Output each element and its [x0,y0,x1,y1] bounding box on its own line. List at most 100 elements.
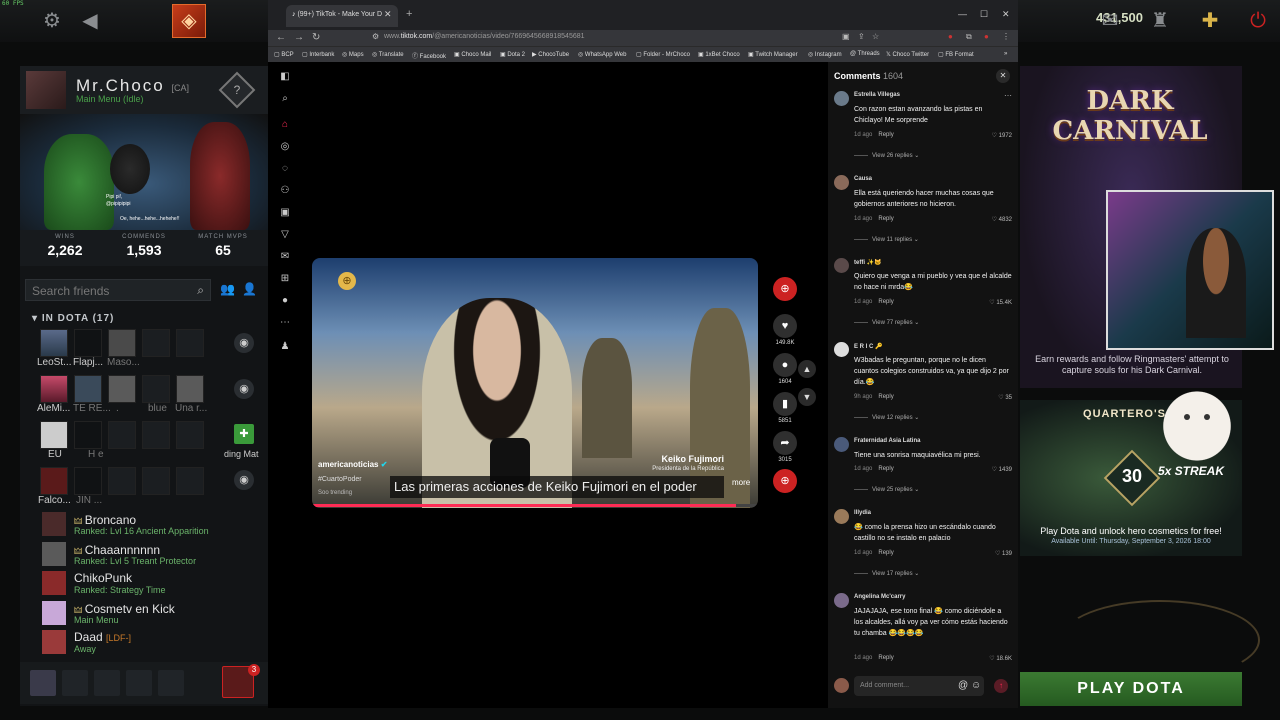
friend-avatar[interactable] [108,375,136,403]
video-player[interactable]: ⊕ Keiko Fujimori Presidenta de la Repúbl… [312,258,758,508]
back-arrow-icon[interactable]: ◀ [78,9,102,33]
more-options-icon[interactable]: ⋯ [1004,91,1012,100]
bookmark[interactable]: ◎ Translate [372,51,404,58]
friends-icon[interactable]: 👤 [242,282,257,296]
profile-icon[interactable]: ● [278,294,292,308]
comment-author[interactable]: Angelina Mc'carry [854,594,905,600]
rank-badge-icon[interactable]: ? [218,71,256,109]
comment-author[interactable]: lllydia [854,510,871,516]
bookmark[interactable]: ▣ 1xBet Choco [698,51,740,58]
view-replies-button[interactable]: View 12 replies ⌄ [854,414,919,421]
close-icon[interactable]: ✕ [996,69,1010,83]
friend-list-item[interactable]: Daad [LDF-] Away [42,630,262,658]
view-replies-button[interactable]: View 77 replies ⌄ [854,319,919,326]
search-icon[interactable]: ⌕ [278,92,292,106]
avatar[interactable] [834,91,849,106]
hero-showcase[interactable]: Pipi pi!, @pipipipipi Oe, hehe...hehe...… [20,114,268,230]
menu-icon[interactable]: ⋮ [1002,32,1010,41]
friend-avatar[interactable] [74,329,102,357]
comment-author[interactable]: Estrella Villegas [854,92,900,98]
install-icon[interactable]: ▣ [842,32,850,41]
armory-icon[interactable]: ♜ [1148,9,1172,33]
view-replies-button[interactable]: View 26 replies ⌄ [854,152,919,159]
avatar[interactable] [834,509,849,524]
comment-author[interactable]: teffi ✨🐱 [854,259,882,266]
bookmark[interactable]: ▢ BCP [274,51,294,58]
friend-avatar[interactable] [40,421,68,449]
avatar[interactable] [834,258,849,273]
star-icon[interactable]: ☆ [872,32,879,41]
friend-avatar[interactable] [74,375,102,403]
video-progress-bar[interactable] [312,504,758,507]
plus-badge-icon[interactable]: ✚ [1198,9,1222,33]
gear-icon[interactable]: ⚙ [40,9,64,33]
friend-slot[interactable] [108,421,136,449]
friends-search-input[interactable]: Search friends ⌕ [25,279,211,301]
reply-button[interactable]: Reply [878,550,893,556]
party-slot[interactable] [126,670,152,696]
site-info-icon[interactable]: ⚙ [372,32,379,41]
party-avatar[interactable] [30,670,56,696]
friends-group-header[interactable]: ▾ IN DOTA (17) [32,313,114,324]
account-avatar-icon[interactable]: ♟ [278,340,292,354]
friend-slot[interactable] [176,329,204,357]
mail-icon[interactable]: ✉ [1098,9,1122,33]
friend-list-item[interactable]: ChikoPunk Ranked: Strategy Time [42,571,262,599]
reply-button[interactable]: Reply [878,216,893,222]
view-replies-button[interactable]: View 25 replies ⌄ [854,486,919,493]
comment-author[interactable]: Fraternidad Asia Latina [854,438,920,444]
url-field[interactable]: www.tiktok.com/@americanoticias/video/76… [384,33,834,44]
video-sound[interactable]: Soo trending [318,490,352,496]
friend-list-item[interactable]: 🜲 Chaaannnnnn Ranked: Lvl 5 Treant Prote… [42,542,262,570]
browser-tab[interactable]: ♪ (99+) TikTok - Make Your D [286,5,398,27]
messages-icon[interactable]: ✉ [278,250,292,264]
profile-icon[interactable]: ● [984,32,989,41]
next-video-button[interactable]: ▼ [798,388,816,406]
comment-likes[interactable]: ♡ 18.6K [989,655,1012,662]
more-icon[interactable]: ⋯ [278,316,292,330]
video-hashtag[interactable]: #CuartoPoder [318,476,362,483]
more-bookmarks-icon[interactable]: » [1004,51,1007,57]
close-window-icon[interactable]: ✕ [1002,9,1010,20]
view-replies-button[interactable]: View 17 replies ⌄ [854,570,919,577]
friend-avatar[interactable] [74,421,102,449]
reply-button[interactable]: Reply [878,466,893,472]
extensions-icon[interactable]: ⧉ [966,32,972,42]
reply-button[interactable]: Reply [878,132,893,138]
comment-likes[interactable]: ♡ 4832 [992,216,1012,223]
bookmark[interactable]: @ Threads [850,51,880,57]
avatar[interactable] [26,71,66,109]
bookmark[interactable]: ▣ Choco Mail [454,51,491,58]
friend-avatar[interactable] [40,375,68,403]
avatar[interactable] [834,342,849,357]
bookmark[interactable]: ▣ Dota 2 [500,51,525,58]
eye-icon[interactable]: ◉ [234,333,254,353]
bookmark[interactable]: ◎ Instagram [808,51,842,58]
maximize-icon[interactable]: ☐ [980,9,988,20]
comment-likes[interactable]: ♡ 1439 [992,466,1012,473]
friend-list-item[interactable]: 🜲 Broncano Ranked: Lvl 16 Ancient Appari… [42,512,262,540]
dota-logo-icon[interactable]: ◈ [172,4,206,38]
eye-icon[interactable]: ◉ [234,470,254,490]
bookmark[interactable]: ▢ FB Format [938,51,974,58]
power-icon[interactable]: ⏻ [1246,9,1270,33]
avatar[interactable] [834,175,849,190]
avatar[interactable] [834,593,849,608]
bookmark[interactable]: ▣ Twitch Manager [748,51,798,58]
friend-list-item[interactable]: 🜲 Cosmetv en Kick Main Menu [42,601,262,629]
comment-author[interactable]: Causa [854,176,872,182]
inbox-icon[interactable]: ▽ [278,228,292,242]
previous-video-button[interactable]: ▲ [798,360,816,378]
emoji-icon[interactable]: ☺ [971,680,981,691]
comment-likes[interactable]: ♡ 35 [998,394,1012,401]
reply-button[interactable]: Reply [878,394,893,400]
upload-icon[interactable]: ⊞ [278,272,292,286]
friends-icon[interactable]: ⚇ [278,184,292,198]
bookmark[interactable]: ▶ ChocoTube [532,51,569,58]
party-slot[interactable] [94,670,120,696]
post-icon[interactable]: ↑ [994,679,1008,693]
live-icon[interactable]: ▣ [278,206,292,220]
close-tab-icon[interactable]: ✕ [384,9,392,20]
back-icon[interactable]: ← [276,32,286,43]
bookmark[interactable]: 𝕏 Choco Twitter [886,51,929,58]
